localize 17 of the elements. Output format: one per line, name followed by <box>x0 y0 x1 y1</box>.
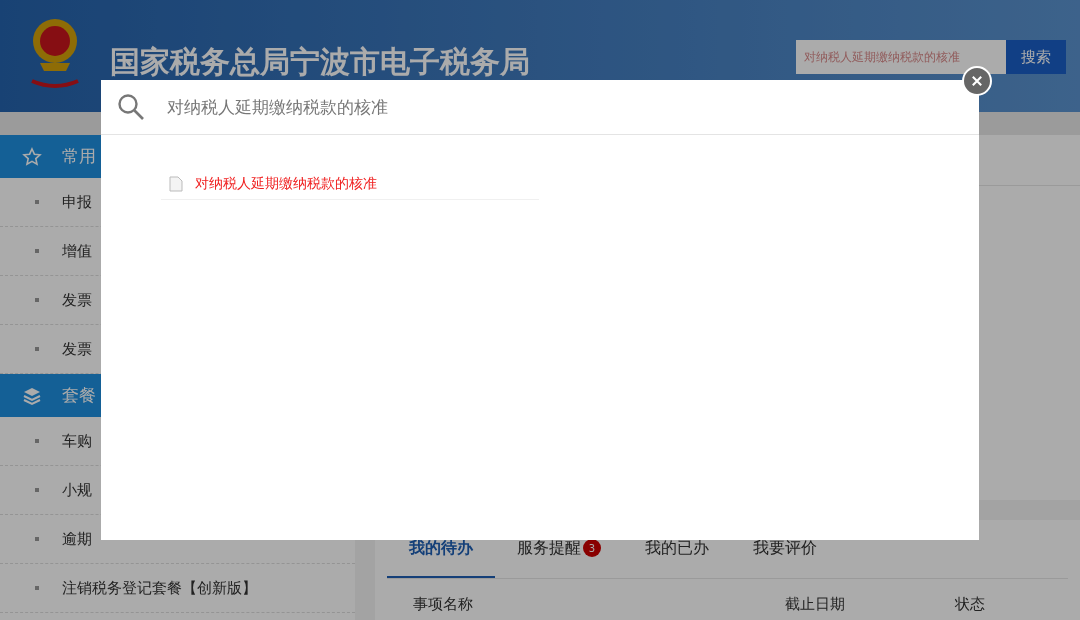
result-link[interactable]: 对纳税人延期缴纳税款的核准 <box>195 175 377 193</box>
sidebar-group-label: 常用 <box>62 145 96 168</box>
site-title: 国家税务总局宁波市电子税务局 <box>110 42 531 81</box>
column-header: 状态 <box>955 594 985 614</box>
star-icon <box>22 146 42 167</box>
column-header: 截止日期 <box>785 594 846 614</box>
column-header: 事项名称 <box>412 594 474 614</box>
search-field[interactable]: 对纳税人延期缴纳税款的核准 <box>796 40 1006 74</box>
search-icon <box>117 93 145 121</box>
tab[interactable]: 服务提醒 3 <box>495 520 623 578</box>
document-icon <box>169 176 183 192</box>
sidebar-group-label: 套餐 <box>62 384 96 407</box>
layers-icon <box>22 385 42 406</box>
search-button[interactable]: 搜索 <box>1006 40 1066 74</box>
sidebar-item[interactable]: 注销税务登记套餐【创新版】 <box>0 564 355 613</box>
close-icon <box>970 74 984 88</box>
search-result[interactable]: 对纳税人延期缴纳税款的核准 <box>161 175 539 200</box>
